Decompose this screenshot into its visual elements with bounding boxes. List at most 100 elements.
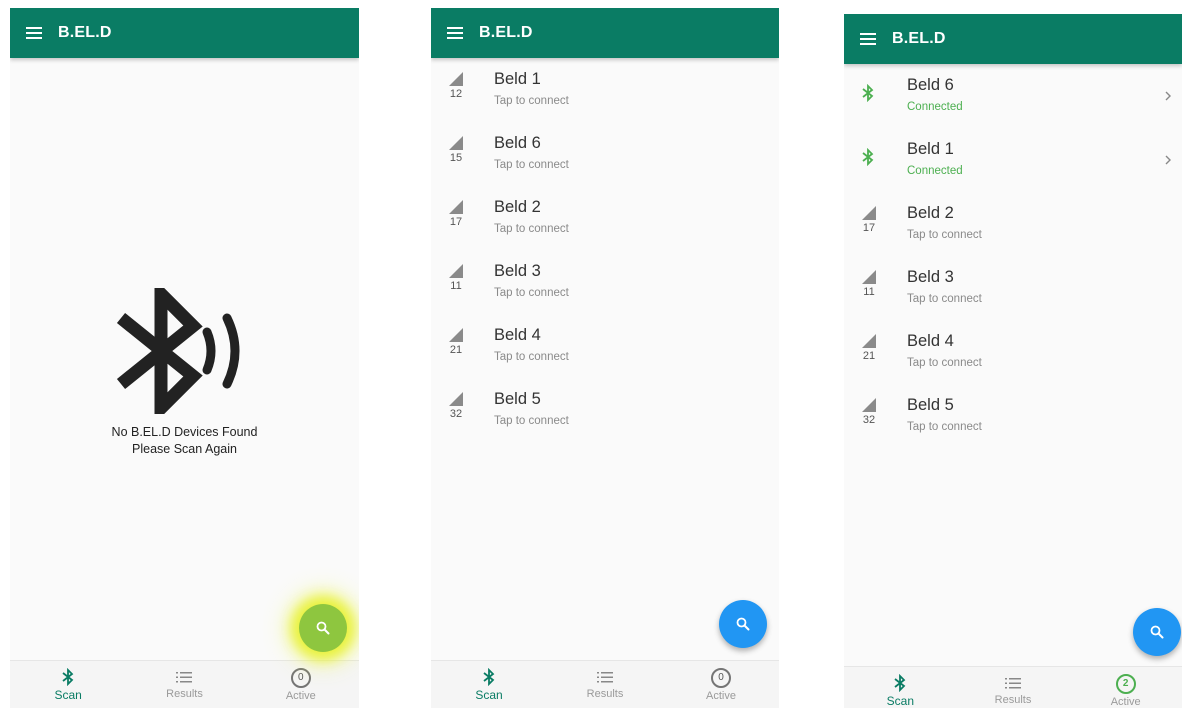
signal-strength: 21 [862, 350, 876, 362]
signal-strength: 32 [862, 414, 876, 426]
signal-indicator: 17 [447, 200, 465, 228]
nav-scan[interactable]: Scan [844, 667, 957, 708]
device-status: Connected [907, 165, 963, 177]
signal-indicator: 17 [860, 206, 878, 234]
signal-indicator: 11 [860, 270, 878, 298]
app-bar: B.EL.D [844, 14, 1182, 64]
device-status: Tap to connect [494, 351, 569, 363]
device-status: Tap to connect [494, 159, 569, 171]
scan-fab-button[interactable] [299, 604, 347, 652]
chevron-right-icon [1165, 91, 1171, 101]
app-title: B.EL.D [479, 24, 533, 41]
device-row-connected[interactable]: Beld 6 Connected [844, 70, 1182, 134]
nav-scan-label: Scan [475, 688, 503, 702]
signal-indicator: 21 [860, 334, 878, 362]
device-status: Tap to connect [907, 293, 982, 305]
nav-scan[interactable]: Scan [10, 661, 126, 708]
nav-scan-label: Scan [54, 688, 82, 702]
search-icon [316, 621, 330, 635]
device-name: Beld 2 [907, 204, 954, 222]
nav-results-label: Results [994, 694, 1032, 706]
list-icon [176, 672, 193, 683]
hamburger-menu-icon[interactable] [447, 27, 463, 39]
signal-strength: 17 [862, 222, 876, 234]
device-row-connected[interactable]: Beld 1 Connected [844, 134, 1182, 198]
nav-results[interactable]: Results [126, 661, 242, 708]
device-name: Beld 4 [907, 332, 954, 350]
empty-message-line1: No B.EL.D Devices Found [111, 425, 258, 439]
device-row[interactable]: 32 Beld 5 Tap to connect [431, 384, 779, 448]
device-status: Connected [907, 101, 963, 113]
device-row[interactable]: 11 Beld 3 Tap to connect [844, 262, 1182, 326]
device-status: Tap to connect [907, 357, 982, 369]
nav-results[interactable]: Results [957, 667, 1070, 708]
active-count-badge: 0 [711, 668, 731, 688]
device-status: Tap to connect [494, 95, 569, 107]
signal-strength: 11 [863, 286, 875, 298]
device-row[interactable]: 12 Beld 1 Tap to connect [431, 64, 779, 128]
device-row[interactable]: 21 Beld 4 Tap to connect [844, 326, 1182, 390]
device-status: Tap to connect [494, 223, 569, 235]
bottom-navigation: Scan Results 0 Active [10, 660, 359, 708]
signal-icon [449, 264, 463, 278]
bluetooth-icon [62, 668, 74, 686]
device-row[interactable]: 15 Beld 6 Tap to connect [431, 128, 779, 192]
bluetooth-icon [483, 668, 495, 686]
signal-strength: 11 [450, 280, 462, 292]
nav-active-label: Active [706, 690, 736, 702]
nav-active-label: Active [285, 690, 316, 702]
empty-state: No B.EL.D Devices Found Please Scan Agai… [10, 288, 359, 458]
search-icon [736, 617, 750, 631]
nav-active-label: Active [1110, 696, 1141, 708]
screen-empty: B.EL.D No B.EL.D Devices Found Please Sc… [10, 8, 359, 708]
active-count-badge: 2 [1115, 674, 1136, 694]
hamburger-menu-icon[interactable] [860, 33, 876, 45]
device-name: Beld 1 [907, 140, 954, 158]
signal-strength: 12 [449, 88, 463, 100]
signal-icon [449, 200, 463, 214]
device-row[interactable]: 17 Beld 2 Tap to connect [431, 192, 779, 256]
hamburger-menu-icon[interactable] [26, 27, 42, 39]
signal-strength: 15 [449, 152, 463, 164]
signal-icon [449, 392, 463, 406]
bluetooth-icon [862, 148, 874, 166]
device-name: Beld 6 [494, 134, 541, 152]
device-row[interactable]: 11 Beld 3 Tap to connect [431, 256, 779, 320]
device-name: Beld 5 [494, 390, 541, 408]
screen-connected: B.EL.D Beld 6 Connected Beld 1 Connected [844, 14, 1182, 708]
active-count-badge: 0 [290, 668, 311, 688]
device-row[interactable]: 21 Beld 4 Tap to connect [431, 320, 779, 384]
screen-results: B.EL.D 12 Beld 1 Tap to connect 15 Beld … [431, 8, 779, 708]
scan-fab-button[interactable] [1133, 608, 1181, 656]
device-row[interactable]: 17 Beld 2 Tap to connect [844, 198, 1182, 262]
signal-icon [862, 206, 876, 220]
device-status: Tap to connect [494, 287, 569, 299]
nav-active[interactable]: 0 Active [663, 661, 779, 708]
scan-fab-button[interactable] [719, 600, 767, 648]
nav-results[interactable]: Results [547, 661, 663, 708]
signal-indicator: 11 [447, 264, 465, 292]
bottom-navigation: Scan Results 0 Active [431, 660, 779, 708]
nav-scan[interactable]: Scan [431, 661, 547, 708]
device-name: Beld 2 [494, 198, 541, 216]
signal-icon [449, 72, 463, 86]
nav-active[interactable]: 2 Active [1069, 667, 1182, 708]
nav-results-label: Results [586, 688, 624, 700]
app-title: B.EL.D [892, 30, 946, 47]
device-name: Beld 5 [907, 396, 954, 414]
device-row[interactable]: 32 Beld 5 Tap to connect [844, 390, 1182, 454]
nav-active[interactable]: 0 Active [243, 661, 359, 708]
device-list: 12 Beld 1 Tap to connect 15 Beld 6 Tap t… [431, 64, 779, 448]
signal-strength: 17 [449, 216, 463, 228]
signal-strength: 21 [449, 344, 463, 356]
device-name: Beld 3 [494, 262, 541, 280]
nav-results-label: Results [166, 688, 203, 700]
app-bar: B.EL.D [10, 8, 359, 58]
list-icon [597, 672, 613, 683]
bluetooth-icon [862, 84, 874, 102]
signal-indicator: 21 [447, 328, 465, 356]
device-name: Beld 1 [494, 70, 541, 88]
signal-indicator: 32 [860, 398, 878, 426]
signal-icon [449, 328, 463, 342]
signal-icon [862, 334, 876, 348]
